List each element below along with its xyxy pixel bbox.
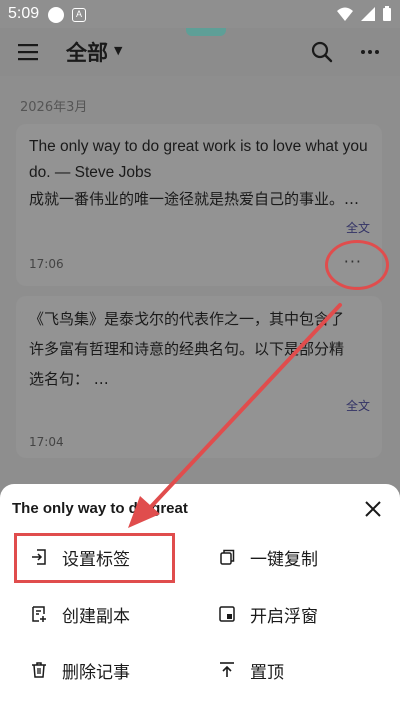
- action-label: 创建副本: [62, 606, 130, 627]
- copy-action[interactable]: 一键复制: [218, 537, 318, 577]
- status-bar: 5:09 A: [0, 0, 400, 28]
- status-right-icons: [336, 6, 392, 22]
- caret-down-icon[interactable]: ▼: [114, 44, 122, 57]
- card-line: The only way to do great work is to love…: [29, 138, 368, 155]
- delete-action[interactable]: 删除记事: [30, 650, 130, 690]
- section-date: 2026年3月: [20, 100, 88, 115]
- card-time: 17:04: [29, 435, 64, 449]
- float-window-action[interactable]: 开启浮窗: [218, 594, 318, 634]
- app-badge-icon: A: [72, 8, 86, 22]
- annotation-rectangle: [14, 533, 175, 583]
- card-line: 选名句： …: [29, 370, 109, 388]
- full-text-link[interactable]: 全文: [346, 219, 370, 236]
- trash-icon: [32, 662, 46, 678]
- action-label: 一键复制: [250, 549, 318, 570]
- status-time: 5:09: [8, 5, 40, 22]
- copy-icon: [220, 549, 235, 565]
- pin-top-icon: [220, 662, 234, 677]
- duplicate-icon: [32, 606, 46, 622]
- bottom-sheet: The only way to do great 设置标签 一键复制 创建副本 …: [0, 484, 400, 710]
- action-label: 开启浮窗: [250, 606, 318, 627]
- notification-dot-icon: [48, 7, 64, 23]
- card-line: 《飞鸟集》是泰戈尔的代表作之一，其中包含了: [29, 310, 345, 328]
- card-line: 许多富有哲理和诗意的经典名句。以下是部分精: [29, 340, 345, 358]
- battery-icon: [383, 6, 391, 21]
- close-icon[interactable]: [362, 498, 384, 520]
- duplicate-action[interactable]: 创建副本: [30, 594, 130, 634]
- action-label: 删除记事: [62, 662, 130, 683]
- sheet-title: The only way to do great: [12, 500, 188, 517]
- pin-top-action[interactable]: 置顶: [218, 650, 284, 690]
- card-line: do. — Steve Jobs: [29, 164, 152, 181]
- home-indicator: [0, 704, 400, 710]
- more-options-icon[interactable]: [358, 40, 382, 64]
- action-label: 置顶: [250, 662, 284, 683]
- wifi-icon: [337, 7, 353, 21]
- menu-icon[interactable]: [16, 40, 40, 64]
- note-card[interactable]: 《飞鸟集》是泰戈尔的代表作之一，其中包含了 许多富有哲理和诗意的经典名句。以下是…: [16, 296, 382, 458]
- page-title[interactable]: 全部: [66, 37, 108, 67]
- signal-icon: [361, 7, 375, 21]
- card-line: 成就一番伟业的唯一途径就是热爱自己的事业。…: [29, 190, 360, 208]
- drag-pill: [186, 28, 226, 36]
- float-window-icon: [219, 606, 235, 622]
- full-text-link[interactable]: 全文: [346, 397, 370, 414]
- card-time: 17:06: [29, 257, 64, 271]
- annotation-circle: [325, 240, 389, 290]
- search-icon[interactable]: [310, 40, 334, 64]
- status-left-icons: A: [48, 7, 86, 23]
